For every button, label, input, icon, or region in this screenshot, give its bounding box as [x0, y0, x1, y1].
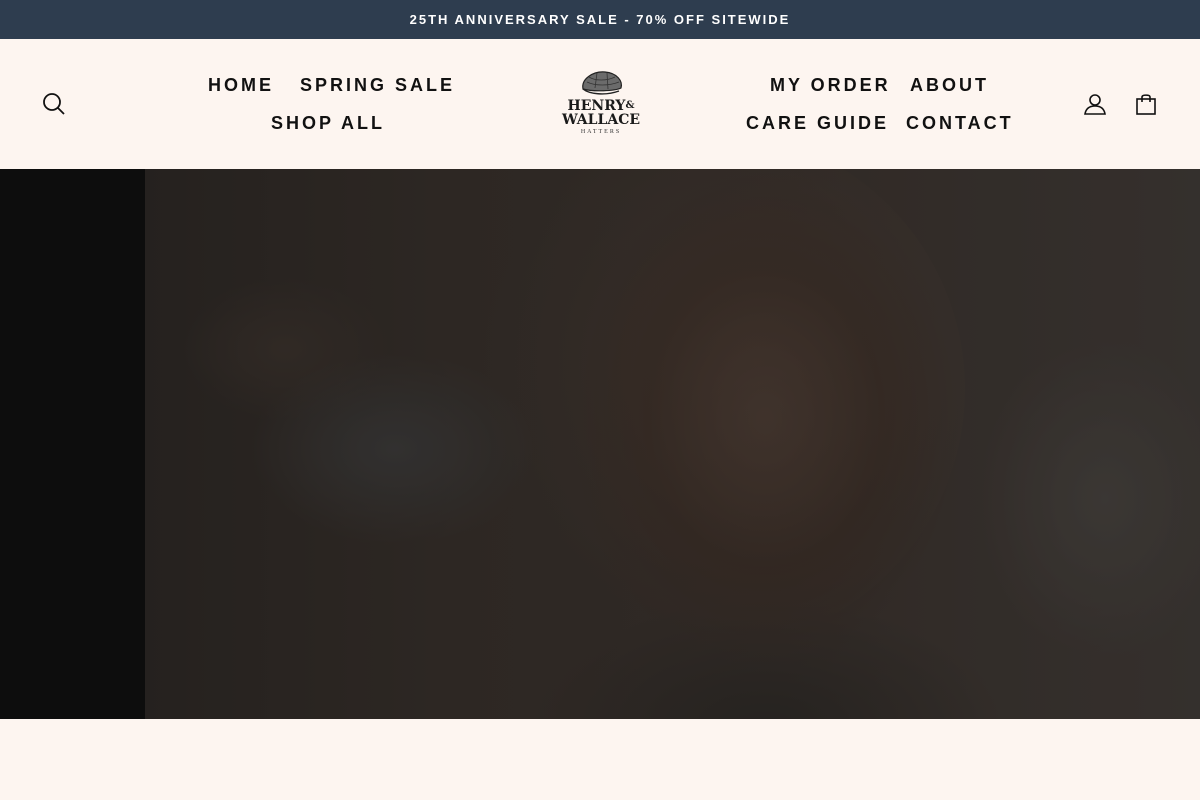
nav-about[interactable]: ABOUT [910, 75, 989, 96]
cart-button[interactable] [1131, 89, 1161, 119]
nav-shop-all[interactable]: SHOP ALL [271, 113, 385, 134]
nav-care-guide[interactable]: CARE GUIDE [746, 113, 889, 134]
hero-overlay [145, 169, 1200, 719]
nav-spring-sale[interactable]: SPRING SALE [300, 75, 455, 96]
search-icon [43, 93, 65, 115]
logo-text-line1: HENRY& [567, 98, 635, 114]
site-header: HOME SPRING SALE SHOP ALL HENRY& WALLACE… [0, 39, 1200, 169]
logo-text-line2: WALLACE [561, 112, 641, 128]
nav-contact[interactable]: CONTACT [906, 113, 1014, 134]
content-below-hero [0, 719, 1200, 800]
announcement-bar: 25TH ANNIVERSARY SALE - 70% OFF SITEWIDE [0, 0, 1200, 39]
search-button[interactable] [39, 89, 69, 119]
logo-subtitle: HATTERS [580, 129, 622, 135]
user-icon [1084, 94, 1106, 115]
shopping-bag-icon [1136, 94, 1156, 115]
flat-cap-icon [582, 71, 622, 95]
nav-my-order[interactable]: MY ORDER [770, 75, 891, 96]
hero-banner [0, 169, 1200, 719]
hero-image [145, 169, 1200, 719]
announcement-link[interactable]: 25TH ANNIVERSARY SALE - 70% OFF SITEWIDE [410, 12, 791, 27]
brand-logo[interactable]: HENRY& WALLACE HATTERS [556, 69, 646, 139]
nav-home[interactable]: HOME [208, 75, 274, 96]
account-button[interactable] [1080, 89, 1110, 119]
